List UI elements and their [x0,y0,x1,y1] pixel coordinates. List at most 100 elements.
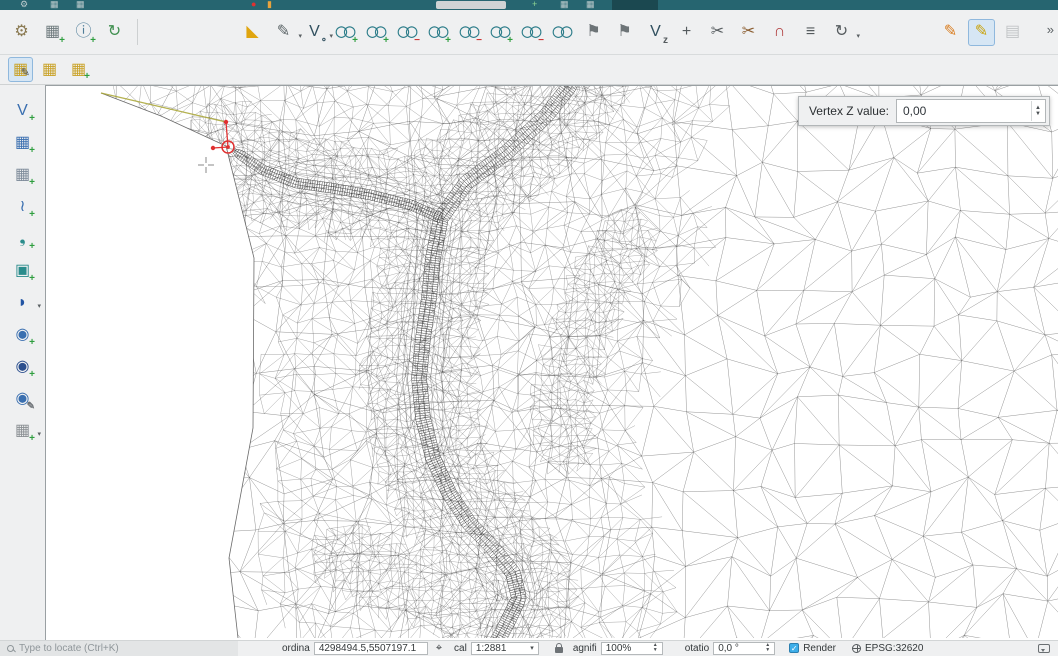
toggle-editing-button[interactable]: ✎ [937,19,964,46]
toolbar-overflow-icon[interactable]: » [1047,22,1054,37]
locate-search[interactable]: Type to locate (Ctrl+K) [0,641,238,656]
magnifier-combo[interactable]: 100% ▲▼ [601,642,663,655]
add-vector-layer-button[interactable]: V+ [9,97,36,124]
badge-icon: ∘ [321,36,327,46]
add-raster-layer-button[interactable]: ▦+ [9,129,36,156]
rotate-tool-button[interactable]: ↻▾ [828,19,855,46]
refresh-edits-button[interactable]: ↻ [101,19,128,46]
force-by-geometries-button[interactable]: ◯◯+ [425,19,452,46]
toolbar-group-mesh-digitizing: ◣✎▾V∘▾◯◯+◯◯+◯◯−◯◯+◯◯−◯◯+◯◯−◯◯⚑⚑Vz+✂✂∩≡↻▾ [237,19,857,46]
lock-scale-icon[interactable] [555,647,563,653]
add-mesh-layer-button[interactable]: ▦+ [9,161,36,188]
titlebar-combo[interactable] [436,1,506,9]
rotation-spinner[interactable]: ▲▼ [765,643,770,653]
digitize-mesh-button[interactable]: ▦✎ [8,57,33,82]
messages-icon[interactable] [1038,644,1050,653]
add-wfs-layer-button[interactable]: ◉✎ [9,385,36,412]
toggle-editing-icon: ✎ [944,24,957,40]
merge-faces-button[interactable]: ◯◯+ [487,19,514,46]
vertex-z-spinner[interactable]: ▲ ▼ [1031,101,1044,121]
add-xyz-layer-button[interactable]: ▦+▾ [9,417,36,444]
vertex-z-label: Vertex Z value: [809,104,889,118]
split-tool-icon: ✂ [742,24,755,40]
add-wms-layer-button[interactable]: ◉+ [9,321,36,348]
add-grass-layer-icon: ◗ [18,295,28,311]
dropdown-arrow-icon[interactable]: ▾ [856,32,860,40]
identify-features-icon: ⓘ [75,24,91,40]
badge-icon: + [90,36,96,46]
add-wcs-layer-button[interactable]: ◉+ [9,353,36,380]
badge-icon: + [59,36,65,46]
mark-flag-a-button[interactable]: ⚑ [580,19,607,46]
crs-indicator[interactable]: EPSG:32620 [865,643,923,654]
add-virtual-layer-button[interactable]: ▣+ [9,257,36,284]
spin-down-icon[interactable]: ▼ [1032,111,1044,117]
rotation-label: otatio [685,643,709,654]
remove-vertices-button[interactable]: ◯◯− [394,19,421,46]
split-tool-button[interactable]: ✂ [735,19,762,46]
add-delimited-text-layer-button[interactable]: ❟+ [9,225,36,252]
add-point-cloud-layer-icon: ≀ [20,199,26,215]
vertex-z-tool-icon: V [650,24,661,40]
mark-flag-b-button[interactable]: ⚑ [611,19,638,46]
digitizing-options-button[interactable]: ✎▾ [270,19,297,46]
dropdown-arrow-icon[interactable]: ▾ [37,302,41,310]
scale-combo[interactable]: 1:2881 ▾ [471,642,539,655]
coordinate-input[interactable]: 4298494.5,5507197.1 [314,642,428,655]
refine-faces-button[interactable]: ◯◯− [518,19,545,46]
add-xyz-layer-icon: ▦ [15,423,30,439]
advanced-digitizing-button[interactable]: ◣ [239,19,266,46]
scale-label: cal [454,643,467,654]
vertex-tool-button[interactable]: V∘▾ [301,19,328,46]
record-dot-icon[interactable]: ● [251,0,256,10]
align-rows-button[interactable]: ≡ [797,19,824,46]
extent-toggle-icon[interactable]: ⌖ [436,642,442,655]
mesh-calculator-button[interactable]: ▦ [37,57,62,82]
toolbar-group-editing: ✎ ✎ ▤ [935,19,1028,46]
add-wcs-layer-icon: ◉ [16,359,30,375]
snap-magnet-button[interactable]: ∩ [766,19,793,46]
window-gear-icon[interactable]: ⚙ [20,0,28,10]
ruler-icon[interactable]: ▮ [267,0,272,10]
vertex-z-tool-button[interactable]: Vz [642,19,669,46]
map-canvas[interactable] [46,86,1058,638]
window-grid2-icon[interactable]: ▦ [76,0,85,10]
badge-icon: + [383,36,389,46]
window-grid-icon[interactable]: ▦ [50,0,59,10]
transform-vertices-button[interactable]: ◯◯+ [363,19,390,46]
window-grid4-icon[interactable]: ▦ [586,0,595,10]
mesh-layer-toolbar: ▦✎▦▦+ [0,55,1058,85]
refresh-edits-icon: ↻ [108,24,121,40]
rotation-combo[interactable]: 0,0 ° ▲▼ [713,642,775,655]
add-point-cloud-layer-button[interactable]: ≀+ [9,193,36,220]
badge-icon: z [663,36,668,46]
badge-icon: + [29,242,35,252]
select-mesh-elements-button[interactable]: ◯◯+ [332,19,359,46]
badge-icon: + [29,274,35,284]
render-checkbox[interactable]: ✓ [789,643,799,653]
mesh-reindex-button[interactable]: ▦+ [66,57,91,82]
coordinate-axes-button[interactable]: + [673,19,700,46]
new-mesh-layer-button[interactable]: ▦+ [39,19,66,46]
plus-icon[interactable]: + [532,0,537,10]
project-properties-button[interactable]: ⚙ [8,19,35,46]
magnifier-spinner[interactable]: ▲▼ [653,643,658,653]
vertex-z-panel: Vertex Z value: 0,00 ▲ ▼ [798,96,1050,126]
cut-tool-button[interactable]: ✂ [704,19,731,46]
delaunay-refinement-button[interactable]: ◯◯ [549,19,576,46]
vertex-z-input[interactable]: 0,00 ▲ ▼ [896,99,1046,123]
mark-flag-a-icon: ⚑ [586,24,600,40]
split-faces-button[interactable]: ◯◯− [456,19,483,46]
toolbar-separator [137,19,138,45]
delaunay-refinement-icon: ◯◯ [552,27,573,38]
edit-mesh-button[interactable]: ✎ [968,19,995,46]
vertex-z-value: 0,00 [903,104,926,118]
digitizing-options-icon: ✎ [277,24,290,40]
save-edits-icon: ▤ [1005,24,1020,40]
identify-features-button[interactable]: ⓘ+ [70,19,97,46]
window-grid3-icon[interactable]: ▦ [560,0,569,10]
save-edits-button[interactable]: ▤ [999,19,1026,46]
add-grass-layer-button[interactable]: ◗▾ [9,289,36,316]
badge-icon: + [29,370,35,380]
dropdown-arrow-icon[interactable]: ▾ [37,430,41,438]
